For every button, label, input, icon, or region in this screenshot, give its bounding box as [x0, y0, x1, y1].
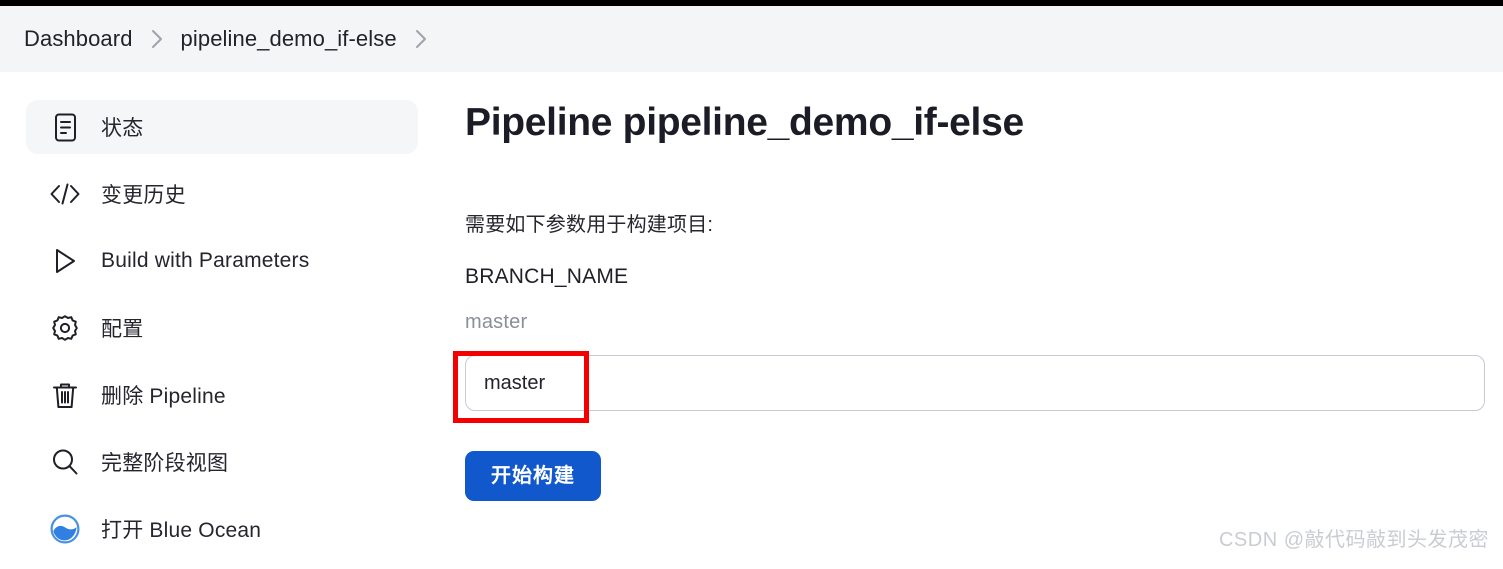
document-status-icon — [48, 110, 82, 144]
parameter-description: master — [465, 311, 528, 334]
start-build-button[interactable]: 开始构建 — [465, 451, 601, 502]
trash-icon — [48, 378, 82, 412]
sidebar-item-label: Build with Parameters — [101, 249, 310, 272]
sidebar-item-label: 变更历史 — [101, 184, 186, 207]
sidebar-item-open-blue-ocean[interactable]: 打开 Blue Ocean — [26, 502, 418, 556]
sidebar-item-status[interactable]: 状态 — [26, 100, 418, 154]
sidebar-item-configure[interactable]: 配置 — [26, 301, 418, 355]
main-content: Pipeline pipeline_demo_if-else 需要如下参数用于构… — [465, 100, 1487, 502]
breadcrumb: Dashboard pipeline_demo_if-else — [0, 6, 1503, 72]
gear-icon — [48, 311, 82, 345]
sidebar: 状态 变更历史 Build with Parameters 配置 删除 Pipe… — [26, 100, 418, 569]
sidebar-item-full-stage-view[interactable]: 完整阶段视图 — [26, 435, 418, 489]
code-brackets-icon — [48, 177, 82, 211]
sidebar-item-label: 删除 Pipeline — [101, 385, 226, 408]
chevron-right-icon — [150, 28, 164, 50]
breadcrumb-item-dashboard[interactable]: Dashboard — [24, 26, 133, 52]
chevron-right-icon-2[interactable] — [414, 28, 428, 50]
sidebar-item-delete-pipeline[interactable]: 删除 Pipeline — [26, 368, 418, 422]
play-triangle-icon — [48, 244, 82, 278]
parameter-name-label: BRANCH_NAME — [465, 265, 629, 289]
sidebar-item-build-with-parameters[interactable]: Build with Parameters — [26, 234, 418, 288]
watermark-text: CSDN @敲代码敲到头发茂密 — [1218, 529, 1489, 551]
sidebar-item-changes[interactable]: 变更历史 — [26, 167, 418, 221]
branch-name-input[interactable] — [465, 355, 1485, 412]
sidebar-item-label: 状态 — [101, 117, 144, 140]
sidebar-item-label: 完整阶段视图 — [101, 452, 229, 475]
parameters-intro-text: 需要如下参数用于构建项目: — [465, 214, 714, 237]
breadcrumb-item-pipeline[interactable]: pipeline_demo_if-else — [181, 26, 397, 52]
sidebar-item-label: 配置 — [101, 318, 144, 341]
sidebar-item-label: 打开 Blue Ocean — [101, 519, 262, 542]
blue-ocean-icon — [48, 512, 82, 546]
magnifier-icon — [48, 445, 82, 479]
page-title: Pipeline pipeline_demo_if-else — [465, 101, 1024, 144]
